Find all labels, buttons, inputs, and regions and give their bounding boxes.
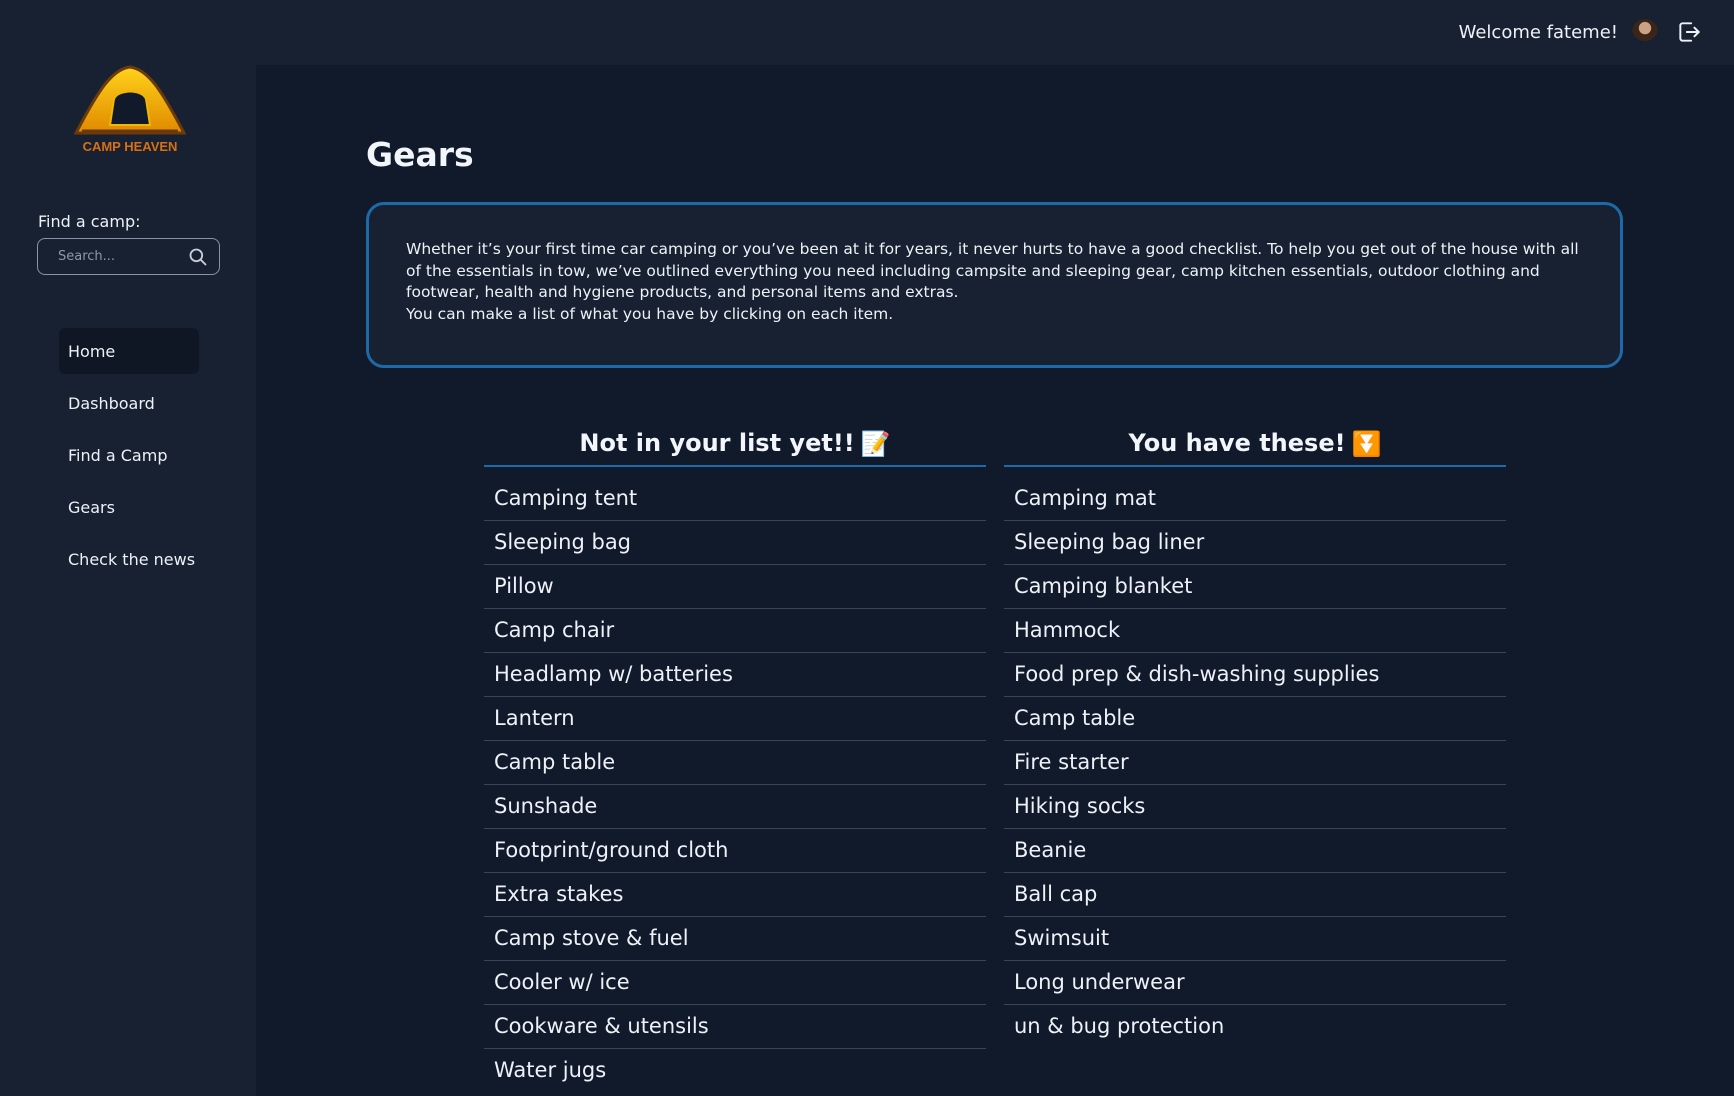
page-title: Gears xyxy=(366,135,474,174)
owned-gear-item[interactable]: Long underwear xyxy=(1004,961,1506,1005)
gear-item[interactable]: Camp stove & fuel xyxy=(484,917,986,961)
gear-item[interactable]: Cookware & utensils xyxy=(484,1005,986,1049)
avatar[interactable] xyxy=(1632,19,1658,45)
info-box: Whether it’s your first time car camping… xyxy=(366,202,1623,368)
owned-gear-item[interactable]: Camping mat xyxy=(1004,477,1506,521)
owned-gear-item[interactable]: Hammock xyxy=(1004,609,1506,653)
logout-icon xyxy=(1679,22,1700,42)
gear-item[interactable]: Sleeping bag xyxy=(484,521,986,565)
gear-item[interactable]: Camp table xyxy=(484,741,986,785)
owned-gear-item[interactable]: Camp table xyxy=(1004,697,1506,741)
owned-gear-item[interactable]: Hiking socks xyxy=(1004,785,1506,829)
have-list: Camping mat Sleeping bag liner Camping b… xyxy=(1004,477,1506,1049)
find-camp-label: Find a camp: xyxy=(38,212,141,231)
owned-gear-item[interactable]: un & bug protection xyxy=(1004,1005,1506,1049)
sidebar-item-check-the-news[interactable]: Check the news xyxy=(59,536,199,582)
sidebar-item-find-a-camp[interactable]: Find a Camp xyxy=(59,432,199,478)
owned-gear-item[interactable]: Swimsuit xyxy=(1004,917,1506,961)
intro-text: Whether it’s your first time car camping… xyxy=(406,240,1579,301)
gear-item[interactable]: Water jugs xyxy=(484,1049,986,1093)
down-arrow-icon: ⏬ xyxy=(1351,430,1382,458)
owned-gear-item[interactable]: Camping blanket xyxy=(1004,565,1506,609)
gear-item[interactable]: Lantern xyxy=(484,697,986,741)
search-button[interactable] xyxy=(187,246,209,268)
search-input[interactable] xyxy=(56,248,174,265)
owned-gear-item[interactable]: Food prep & dish-washing supplies xyxy=(1004,653,1506,697)
have-heading: You have these! ⏬ xyxy=(1004,425,1506,467)
search-box xyxy=(37,238,220,275)
not-in-list-column: Not in your list yet!! 📝 Camping tent Sle… xyxy=(484,425,986,1093)
welcome-text: Welcome fateme! xyxy=(1458,21,1618,43)
intro-hint: You can make a list of what you have by … xyxy=(406,304,894,323)
owned-gear-item[interactable]: Sleeping bag liner xyxy=(1004,521,1506,565)
sidebar-item-dashboard[interactable]: Dashboard xyxy=(59,380,199,426)
not-in-list-heading: Not in your list yet!! 📝 xyxy=(484,425,986,467)
main-content: Gears Whether it’s your first time car c… xyxy=(256,65,1734,1096)
have-title: You have these! xyxy=(1128,429,1346,457)
gear-item[interactable]: Camping tent xyxy=(484,477,986,521)
gear-item[interactable]: Extra stakes xyxy=(484,873,986,917)
logout-button[interactable] xyxy=(1672,15,1706,49)
gear-item[interactable]: Cooler w/ ice xyxy=(484,961,986,1005)
search-icon xyxy=(189,248,207,265)
gear-item[interactable]: Headlamp w/ batteries xyxy=(484,653,986,697)
not-in-list: Camping tent Sleeping bag Pillow Camp ch… xyxy=(484,477,986,1093)
owned-gear-item[interactable]: Ball cap xyxy=(1004,873,1506,917)
have-column: You have these! ⏬ Camping mat Sleeping ba… xyxy=(1004,425,1506,1049)
gear-item[interactable]: Pillow xyxy=(484,565,986,609)
top-bar: Welcome fateme! xyxy=(0,0,1734,65)
gear-item[interactable]: Sunshade xyxy=(484,785,986,829)
not-in-list-title: Not in your list yet!! xyxy=(579,429,855,457)
owned-gear-item[interactable]: Fire starter xyxy=(1004,741,1506,785)
user-area: Welcome fateme! xyxy=(1459,14,1706,50)
sidebar-item-home[interactable]: Home xyxy=(59,328,199,374)
sidebar-item-gears[interactable]: Gears xyxy=(59,484,199,530)
sidebar-nav: Home Dashboard Find a Camp Gears Check t… xyxy=(59,328,199,588)
owned-gear-item[interactable]: Beanie xyxy=(1004,829,1506,873)
gear-item[interactable]: Camp chair xyxy=(484,609,986,653)
svg-text:CAMP HEAVEN: CAMP HEAVEN xyxy=(83,139,178,154)
memo-icon: 📝 xyxy=(860,430,891,458)
gear-item[interactable]: Footprint/ground cloth xyxy=(484,829,986,873)
camp-heaven-logo[interactable]: CAMP HEAVEN xyxy=(70,65,190,157)
sidebar: CAMP HEAVEN Find a camp: Home Dashboard … xyxy=(0,65,256,1096)
